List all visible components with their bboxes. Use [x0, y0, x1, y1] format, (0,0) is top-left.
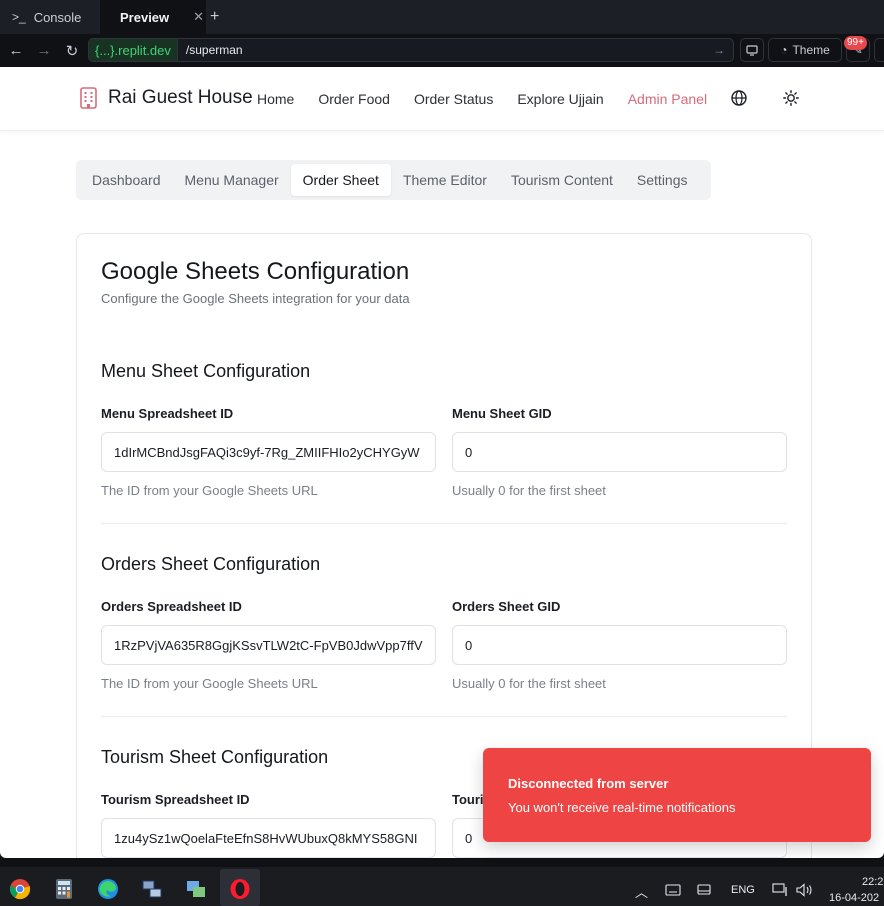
orders-sheet-gid-input[interactable]: 0: [452, 625, 787, 665]
navigate-arrow-icon[interactable]: →: [713, 43, 733, 57]
building-icon: [80, 87, 97, 109]
orders-id-label: Orders Spreadsheet ID: [101, 599, 242, 614]
admin-tabs: Dashboard Menu Manager Order Sheet Theme…: [76, 160, 711, 200]
menu-id-label: Menu Spreadsheet ID: [101, 406, 234, 421]
card-title: Google Sheets Configuration: [101, 258, 410, 285]
tab-console-label: Console: [33, 9, 82, 25]
device-icon: [746, 44, 758, 56]
tourism-section-title: Tourism Sheet Configuration: [101, 747, 329, 767]
nav-order-food[interactable]: Order Food: [318, 91, 390, 107]
nav-admin-panel[interactable]: Admin Panel: [628, 91, 707, 107]
close-tab-icon[interactable]: ✕: [193, 9, 204, 25]
brand-name: Rai Guest House: [108, 87, 253, 108]
file-transfer-icon[interactable]: [185, 878, 207, 900]
devices-button[interactable]: [740, 38, 764, 62]
keyboard-icon[interactable]: [665, 884, 681, 896]
clock-time[interactable]: 22:2: [862, 876, 883, 888]
theme-button-label: Theme: [792, 43, 830, 57]
disconnect-toast[interactable]: Disconnected from server You won't recei…: [483, 748, 871, 842]
url-field[interactable]: {...}.replit.dev /superman →: [88, 38, 734, 62]
ide-tab-bar: >_ Console Preview ✕ +: [0, 0, 884, 34]
orders-id-help: The ID from your Google Sheets URL: [101, 676, 318, 691]
tab-preview[interactable]: Preview ✕: [100, 0, 206, 34]
tourism-id-label: Tourism Spreadsheet ID: [101, 792, 250, 807]
tab-theme-editor[interactable]: Theme Editor: [391, 164, 499, 196]
calculator-icon[interactable]: [53, 878, 75, 900]
nav-home[interactable]: Home: [257, 91, 294, 107]
section-divider: [101, 716, 787, 717]
palette-icon: ◔: [780, 43, 788, 57]
display-icon[interactable]: [697, 884, 711, 896]
preview-page: Rai Guest House Home Order Food Order St…: [0, 67, 884, 858]
menu-sheet-gid-input[interactable]: 0: [452, 432, 787, 472]
url-domain: {...}.replit.dev: [89, 39, 178, 61]
tourism-spreadsheet-id-input[interactable]: 1zu4ySz1wQoelaFteEfnS8HvWUbuxQ8kMYS58GNI: [101, 818, 436, 858]
tray-chevron-icon[interactable]: ︿: [635, 882, 648, 901]
forward-icon[interactable]: →: [30, 42, 58, 59]
nav-order-status[interactable]: Order Status: [414, 91, 493, 107]
reload-icon[interactable]: ↻: [58, 42, 86, 60]
tab-dashboard[interactable]: Dashboard: [80, 164, 173, 196]
tab-order-sheet[interactable]: Order Sheet: [290, 164, 391, 196]
toast-message: You won't receive real-time notification…: [508, 800, 736, 815]
language-indicator[interactable]: ENG: [731, 884, 755, 896]
terminal-icon: >_: [12, 10, 26, 24]
nav-explore-ujjain[interactable]: Explore Ujjain: [517, 91, 603, 107]
section-divider: [101, 523, 787, 524]
notifications-badge: 99+: [844, 36, 867, 50]
menu-gid-label: Menu Sheet GID: [452, 406, 552, 421]
orders-spreadsheet-id-input[interactable]: 1RzPVjVA635R8GgjKSsvTLW2tC-FpVB0JdwVpp7f…: [101, 625, 436, 665]
orders-gid-label: Orders Sheet GID: [452, 599, 561, 614]
globe-icon[interactable]: [731, 90, 747, 106]
new-tab-icon[interactable]: +: [206, 8, 219, 26]
menu-spreadsheet-id-input[interactable]: 1dIrMCBndJsgFAQi3c9yf-7Rg_ZMIIFHIo2yCHYG…: [101, 432, 436, 472]
tab-settings[interactable]: Settings: [625, 164, 700, 196]
sun-icon[interactable]: [783, 90, 799, 106]
menu-section-title: Menu Sheet Configuration: [101, 361, 311, 381]
theme-button[interactable]: ◔ Theme: [768, 38, 842, 62]
tab-menu-manager[interactable]: Menu Manager: [173, 164, 291, 196]
url-path: /superman: [185, 43, 243, 57]
network-icon[interactable]: [772, 883, 788, 897]
menu-gid-help: Usually 0 for the first sheet: [452, 483, 606, 498]
back-icon[interactable]: ←: [2, 42, 30, 59]
network-app-icon[interactable]: [141, 878, 163, 900]
card-description: Configure the Google Sheets integration …: [101, 291, 410, 306]
toast-title: Disconnected from server: [508, 776, 669, 791]
speaker-icon[interactable]: [796, 883, 814, 897]
orders-gid-help: Usually 0 for the first sheet: [452, 676, 606, 691]
clock-date[interactable]: 16-04-202: [829, 892, 879, 904]
orders-section-title: Orders Sheet Configuration: [101, 554, 321, 574]
chrome-icon[interactable]: [9, 878, 31, 900]
main-nav: Home Order Food Order Status Explore Ujj…: [257, 91, 707, 107]
more-button[interactable]: [874, 38, 884, 62]
tab-preview-label: Preview: [120, 9, 170, 25]
site-header: Rai Guest House Home Order Food Order St…: [0, 67, 884, 131]
menu-id-help: The ID from your Google Sheets URL: [101, 483, 318, 498]
tourism-gid-label: Touri: [452, 792, 484, 807]
opera-icon[interactable]: [229, 878, 251, 900]
brand[interactable]: Rai Guest House: [79, 87, 253, 109]
tab-console[interactable]: >_ Console: [0, 0, 100, 34]
edge-icon[interactable]: [97, 878, 119, 900]
tab-tourism-content[interactable]: Tourism Content: [499, 164, 625, 196]
